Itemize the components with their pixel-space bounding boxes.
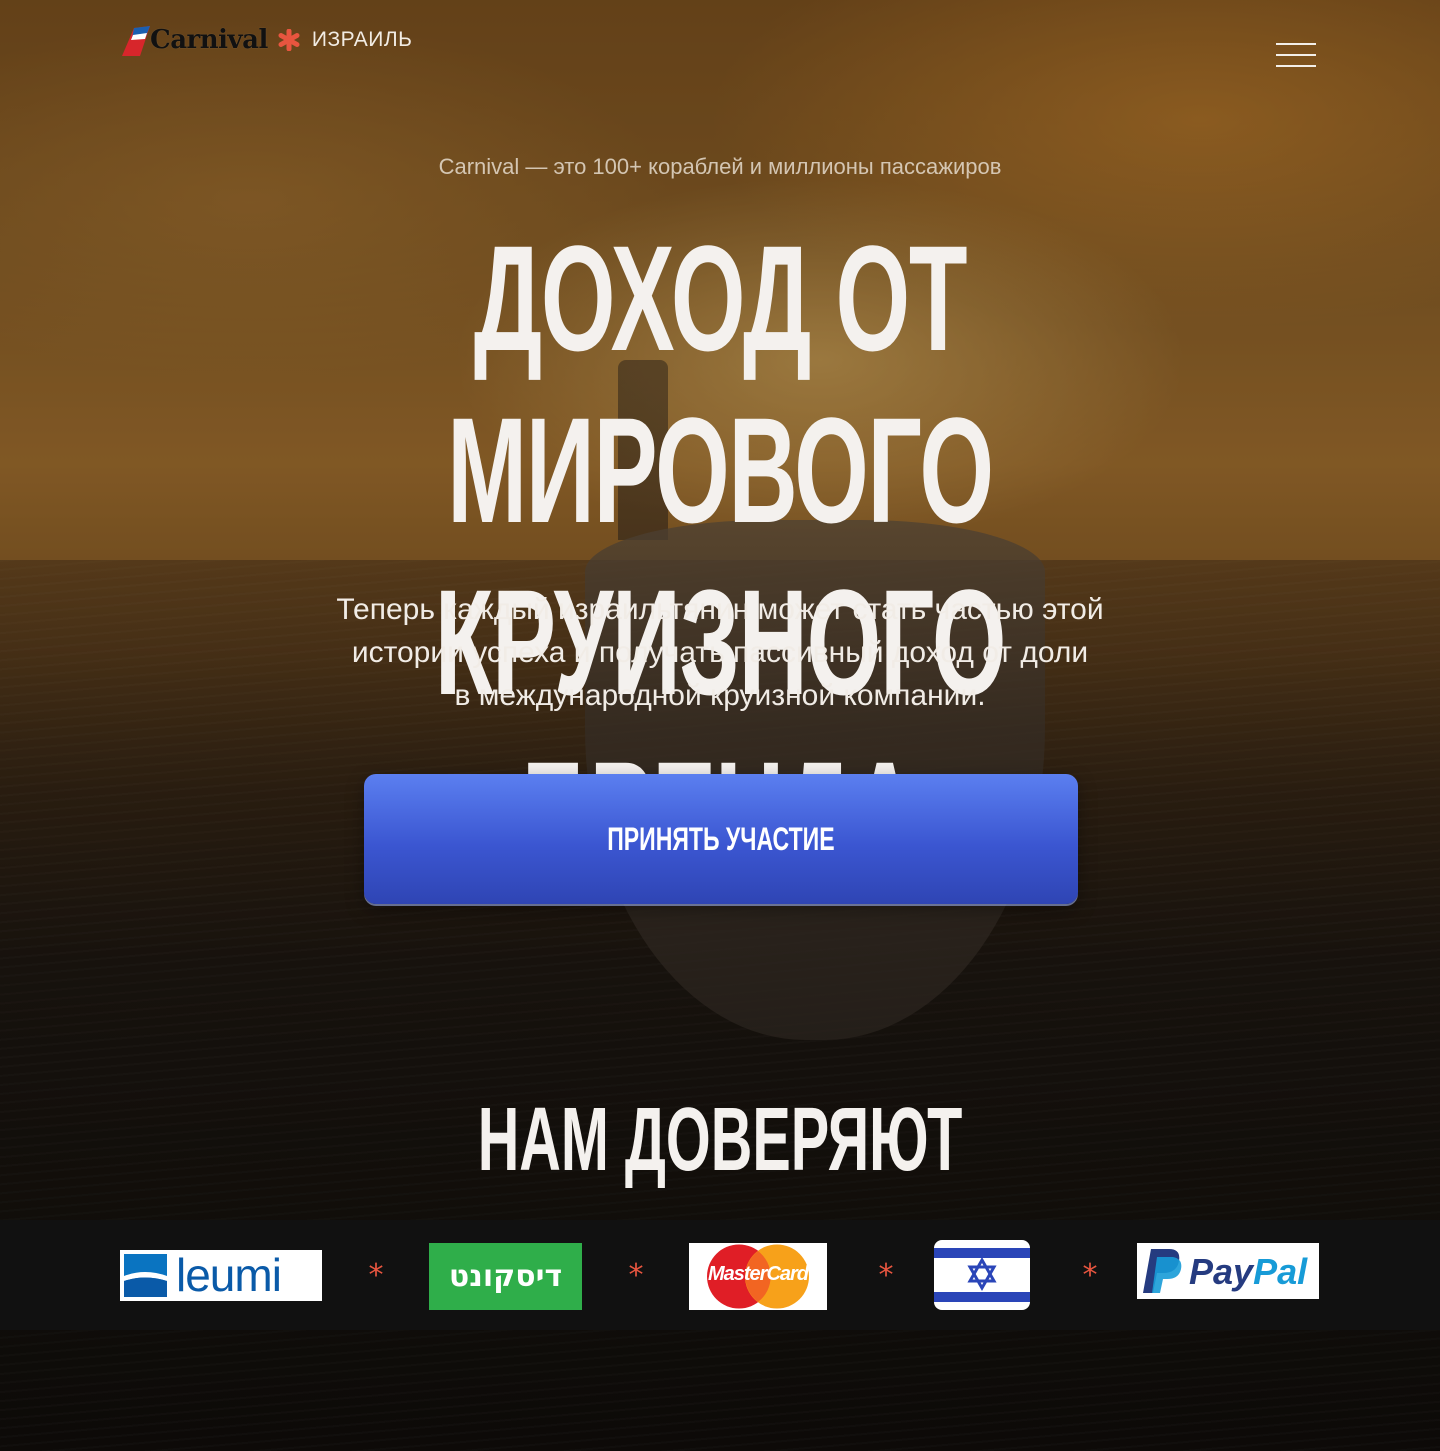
participate-button[interactable]: ПРИНЯТЬ УЧАСТИЕ [364, 774, 1078, 904]
lead-line-3: в международной круизной компании. [454, 679, 986, 712]
carnival-funnel-icon [120, 22, 154, 58]
star-of-david-icon [967, 1256, 997, 1292]
asterisk-icon [278, 28, 300, 52]
partner-israel-flag [934, 1240, 1030, 1310]
leumi-wordmark: leumi [176, 1249, 282, 1301]
headline-line-1: ДОХОД ОТ МИРОВОГО [447, 214, 994, 554]
brand-logo[interactable]: Carnival ИЗРАИЛЬ [120, 22, 412, 58]
separator-asterisk-icon: * [878, 1258, 894, 1293]
paypal-wordmark: PayPal [1189, 1251, 1307, 1293]
partner-leumi-logo: leumi [120, 1249, 322, 1301]
trust-title: НАМ ДОВЕРЯЮТ [477, 1090, 963, 1190]
separator-asterisk-icon: * [628, 1258, 644, 1293]
partner-mastercard-logo: MasterCard [689, 1243, 827, 1310]
discount-wordmark: דיסקונט [448, 1259, 563, 1294]
hero-lead: Теперь каждый израильтянин может стать ч… [270, 588, 1170, 717]
brand-wordmark: Carnival [150, 25, 268, 55]
site-header: Carnival ИЗРАИЛЬ [0, 0, 1440, 100]
hero-kicker: Carnival — это 100+ кораблей и миллионы … [438, 154, 1002, 179]
hamburger-menu-icon[interactable] [1276, 43, 1316, 67]
lead-line-2: истории успеха и получать пассивный дохо… [351, 636, 1089, 669]
paypal-wordmark-pay: Pay [1189, 1251, 1254, 1292]
mastercard-wordmark: MasterCard [707, 1263, 809, 1285]
participate-button-label: ПРИНЯТЬ УЧАСТИЕ [607, 820, 835, 857]
paypal-wordmark-pal: Pal [1253, 1251, 1308, 1292]
partner-discount-logo: דיסקונט [429, 1243, 582, 1310]
brand-country: ИЗРАИЛЬ [311, 28, 413, 51]
paypal-p-icon [1143, 1249, 1182, 1293]
separator-asterisk-icon: * [1082, 1258, 1098, 1293]
lead-line-1: Теперь каждый израильтянин может стать ч… [336, 593, 1104, 626]
leumi-mark-icon [124, 1254, 167, 1297]
partner-paypal-logo: PayPal [1137, 1243, 1319, 1299]
separator-asterisk-icon: * [368, 1258, 384, 1293]
